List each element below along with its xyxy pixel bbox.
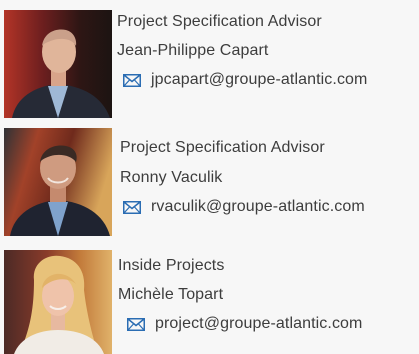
contact-name: Ronny Vaculik [120,169,223,186]
email-link[interactable]: project@groupe-atlantic.com [155,314,362,334]
contact-title: Project Specification Advisor [120,139,325,156]
contact-photo [4,250,112,354]
contact-card: Project Specification Advisor Jean-Phili… [0,0,419,124]
contact-name: Michèle Topart [118,286,224,303]
contact-card: Project Specification Advisor Ronny Vacu… [0,124,419,242]
contact-card: Inside Projects Michèle Topart project@g… [0,242,419,354]
contact-photo [4,128,112,236]
email-row: jpcapart@groupe-atlantic.com [123,70,367,90]
mail-icon [123,200,141,214]
email-row: rvaculik@groupe-atlantic.com [123,197,365,217]
contact-title: Inside Projects [118,257,225,274]
email-link[interactable]: jpcapart@groupe-atlantic.com [151,70,367,90]
contact-photo [4,10,112,118]
email-row: project@groupe-atlantic.com [127,314,362,334]
mail-icon [123,73,141,87]
contact-title: Project Specification Advisor [117,13,322,30]
email-link[interactable]: rvaculik@groupe-atlantic.com [151,197,365,217]
contact-name: Jean-Philippe Capart [117,42,269,59]
mail-icon [127,317,145,331]
